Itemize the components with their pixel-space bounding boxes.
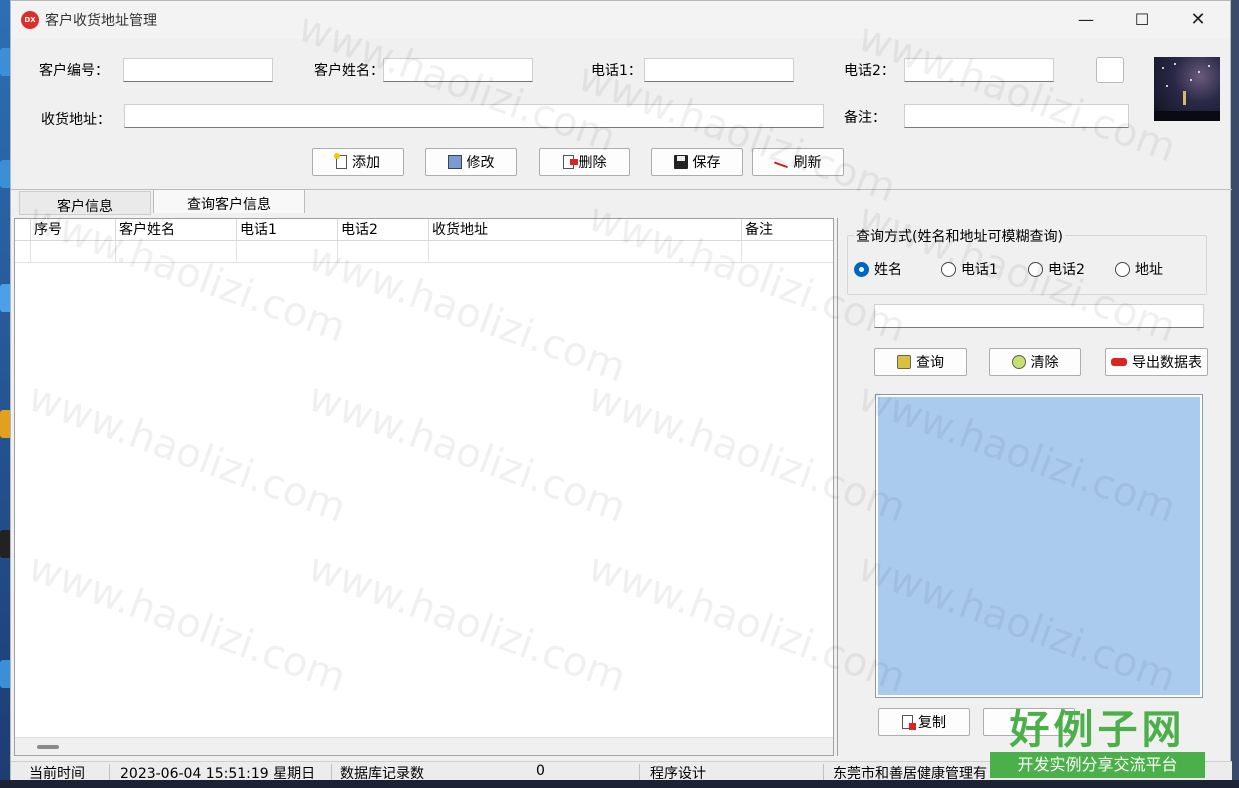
remark-label: 备注：: [844, 110, 886, 126]
refresh-button-label: 刷新: [793, 155, 822, 171]
app-logo-icon: DX: [21, 11, 39, 29]
scrollbar-thumb[interactable]: [37, 745, 59, 749]
tab-query-customer-info[interactable]: 查询客户信息: [153, 189, 305, 213]
query-mode-title: 查询方式(姓名和地址可模糊查询): [854, 226, 1065, 246]
grid-header: 序号 客户姓名 电话1 电话2 收货地址 备注: [15, 219, 833, 241]
edit-button-label: 修改: [466, 155, 495, 171]
phone2-field[interactable]: [904, 58, 1054, 82]
taskbar: [0, 780, 1239, 788]
new-document-icon: [334, 153, 347, 169]
radio-label: 姓名: [874, 262, 902, 278]
maximize-button[interactable]: ☐: [1119, 5, 1165, 35]
query-panel: 查询方式(姓名和地址可模糊查询) 姓名 电话1 电话2 地址 查询 清除 导出数…: [837, 218, 1229, 756]
add-button-label: 添加: [352, 155, 380, 171]
radio-label: 电话2: [1048, 262, 1085, 278]
close-button[interactable]: ✕: [1175, 5, 1221, 35]
status-separator: [639, 764, 640, 780]
table-cell[interactable]: [338, 241, 429, 263]
radio-phone2[interactable]: 电话2: [1028, 259, 1085, 279]
export-button[interactable]: 导出数据表: [1105, 348, 1208, 376]
row-indicator-header: [15, 219, 31, 241]
grid-column-header[interactable]: 客户姓名: [116, 219, 237, 241]
query-icon: [897, 355, 911, 369]
save-button-label: 保存: [692, 155, 721, 171]
status-bar: 当前时间 2023-06-04 15:51:19 星期日 数据库记录数 0 程序…: [11, 761, 1232, 782]
window-title: 客户收货地址管理: [45, 13, 157, 29]
radio-selected-icon: [854, 261, 869, 277]
result-listbox[interactable]: [875, 394, 1203, 698]
add-button[interactable]: 添加: [312, 148, 404, 176]
radio-label: 电话1: [961, 262, 998, 278]
phone1-field[interactable]: [644, 58, 794, 82]
status-separator: [823, 764, 824, 780]
grid-column-header[interactable]: 电话2: [338, 219, 429, 241]
record-count-value: 0: [536, 763, 545, 779]
table-row[interactable]: [15, 241, 833, 263]
customer-no-label: 客户编号：: [39, 63, 109, 79]
search-input[interactable]: [874, 304, 1204, 328]
grid-column-header[interactable]: 备注: [742, 219, 833, 241]
status-separator: [109, 764, 110, 780]
grid-column-header[interactable]: 电话1: [237, 219, 338, 241]
radio-address[interactable]: 地址: [1115, 259, 1163, 279]
backup-button[interactable]: [983, 708, 1075, 736]
query-button[interactable]: 查询: [874, 348, 967, 376]
export-icon: [1111, 358, 1127, 366]
customer-name-label: 客户姓名：: [314, 63, 384, 79]
grid-column-header[interactable]: 序号: [31, 219, 116, 241]
phone2-label: 电话2：: [844, 63, 895, 79]
table-cell[interactable]: [429, 241, 742, 263]
customer-no-field[interactable]: [123, 58, 273, 82]
clear-button-label: 清除: [1030, 355, 1059, 371]
main-window: DX 客户收货地址管理 — ☐ ✕ 客户编号： 客户姓名： 电话1： 电话2： …: [10, 0, 1232, 782]
copy-button-label: 复制: [918, 715, 946, 731]
copy-button[interactable]: 复制: [878, 708, 970, 736]
customer-grid[interactable]: 序号 客户姓名 电话1 电话2 收货地址 备注: [14, 218, 834, 756]
clear-button[interactable]: 清除: [989, 348, 1081, 376]
export-button-label: 导出数据表: [1132, 355, 1202, 371]
tab-customer-info[interactable]: 客户信息: [19, 191, 151, 215]
copy-icon: [902, 715, 916, 730]
horizontal-scrollbar[interactable]: [15, 737, 833, 755]
query-button-label: 查询: [916, 355, 944, 371]
grid-column-header[interactable]: 收货地址: [429, 219, 742, 241]
address-field[interactable]: [124, 104, 824, 128]
edit-icon: [447, 155, 462, 169]
refresh-button[interactable]: 刷新: [752, 148, 844, 176]
extra-small-button[interactable]: [1096, 57, 1124, 83]
remark-field[interactable]: [904, 104, 1129, 128]
delete-button-label: 删除: [578, 155, 607, 171]
table-cell[interactable]: [237, 241, 338, 263]
table-cell[interactable]: [742, 241, 833, 263]
radio-unselected-icon: [1028, 261, 1043, 277]
clear-icon: [1011, 355, 1026, 369]
edit-button[interactable]: 修改: [425, 148, 517, 176]
status-separator: [331, 764, 332, 780]
address-label: 收货地址：: [41, 112, 111, 128]
minimize-button[interactable]: —: [1063, 5, 1109, 35]
delete-icon: [562, 155, 578, 169]
radio-label: 地址: [1135, 262, 1163, 278]
save-icon: [673, 155, 688, 169]
radio-phone1[interactable]: 电话1: [941, 259, 998, 279]
row-indicator[interactable]: [15, 241, 31, 263]
customer-name-field[interactable]: [383, 58, 533, 82]
table-cell[interactable]: [116, 241, 237, 263]
radio-unselected-icon: [941, 261, 956, 277]
title-bar[interactable]: DX 客户收货地址管理 — ☐ ✕: [11, 1, 1230, 39]
radio-name[interactable]: 姓名: [854, 259, 902, 279]
refresh-icon: [773, 155, 790, 169]
phone1-label: 电话1：: [591, 63, 642, 79]
radio-unselected-icon: [1115, 261, 1130, 277]
delete-button[interactable]: 删除: [539, 148, 630, 176]
customer-photo: [1154, 57, 1220, 121]
save-button[interactable]: 保存: [651, 148, 743, 176]
table-cell[interactable]: [31, 241, 116, 263]
